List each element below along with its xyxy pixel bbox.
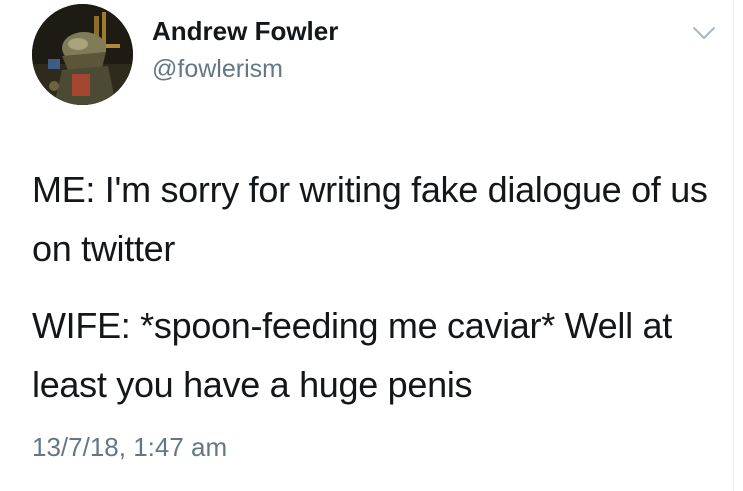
tweet-paragraph: ME: I'm sorry for writing fake dialogue … bbox=[32, 169, 708, 269]
tweet-text: ME: I'm sorry for writing fake dialogue … bbox=[32, 160, 722, 432]
tweet-timestamp[interactable]: 13/7/18, 1:47 am bbox=[32, 432, 227, 463]
avatar[interactable] bbox=[32, 4, 133, 105]
tweet-paragraph: WIFE: *spoon-feeding me caviar* Well at … bbox=[32, 305, 672, 405]
avatar-image bbox=[32, 4, 133, 105]
chevron-down-icon[interactable] bbox=[692, 24, 716, 42]
author-handle[interactable]: @fowlerism bbox=[152, 55, 283, 84]
tweet-card: Andrew Fowler @fowlerism ME: I'm sorry f… bbox=[0, 0, 743, 491]
author-name[interactable]: Andrew Fowler bbox=[152, 16, 338, 47]
divider bbox=[733, 0, 734, 491]
